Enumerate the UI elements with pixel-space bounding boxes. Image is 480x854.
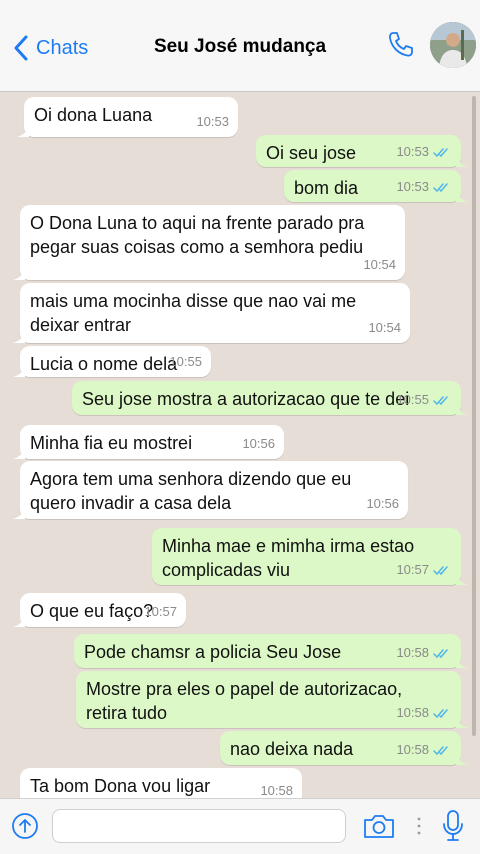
chevron-left-icon [14, 35, 28, 61]
message-meta: 10:53 [196, 110, 229, 134]
message-time: 10:55 [169, 354, 202, 369]
attach-plus-icon[interactable] [10, 811, 40, 841]
message-list[interactable]: Oi dona Luana 10:53 Oi seu jose 10:53 bom di… [0, 92, 480, 798]
bubble-tail [13, 505, 25, 519]
outgoing-message[interactable]: Pode chamsr a policia Seu Jose 10:58 [74, 634, 468, 668]
bubble-tail [456, 188, 468, 202]
bubble-tail [456, 153, 468, 167]
double-check-icon [433, 745, 448, 755]
incoming-message[interactable]: Oi dona Luana 10:53 [17, 97, 238, 137]
message-time: 10:53 [396, 179, 429, 194]
separator-dots [417, 817, 421, 835]
outgoing-message[interactable]: Seu jose mostra a autorizacao que te dei… [72, 381, 468, 415]
chat-header: Chats Seu José mudança [0, 0, 480, 92]
outgoing-message[interactable]: Minha mae e mimha irma estao complicadas… [152, 528, 468, 585]
message-time: 10:53 [196, 114, 229, 129]
message-meta: 10:58 [396, 701, 452, 725]
message-time: 10:55 [396, 392, 429, 407]
message-time: 10:57 [144, 604, 177, 619]
message-text: Agora tem uma senhora dizendo que eu que… [30, 469, 352, 513]
bubble-tail [13, 613, 25, 627]
microphone-icon[interactable] [440, 809, 466, 843]
outgoing-message[interactable]: nao deixa nada 10:58 [220, 731, 468, 765]
double-check-icon [433, 565, 448, 575]
message-meta: 10:58 [260, 779, 293, 798]
message-time: 10:58 [396, 645, 429, 660]
bubble-tail [13, 363, 25, 377]
message-text: Minha fia eu mostrei [30, 433, 193, 453]
incoming-message[interactable]: O que eu faço? 10:57 [13, 593, 186, 627]
double-check-icon [433, 395, 448, 405]
message-time: 10:53 [396, 144, 429, 159]
message-time: 10:56 [242, 436, 275, 451]
message-text: O Dona Luna to aqui na frente parado pra… [30, 213, 365, 257]
incoming-message[interactable]: mais uma mocinha disse que nao vai me de… [13, 283, 410, 343]
message-meta: 10:55 [169, 350, 202, 374]
message-meta: 10:58 [396, 641, 452, 665]
message-meta: 10:57 [144, 600, 177, 624]
message-meta: 10:56 [242, 432, 275, 456]
message-meta: 10:57 [396, 558, 452, 582]
bubble-tail [456, 751, 468, 765]
message-meta: 10:53 [396, 140, 452, 164]
contact-avatar[interactable] [430, 22, 476, 68]
bubble-tail [13, 329, 25, 343]
message-time: 10:57 [396, 562, 429, 577]
back-button[interactable]: Chats [12, 30, 88, 66]
bubble-tail [17, 123, 29, 137]
input-bar [0, 798, 480, 854]
message-meta: 10:58 [396, 738, 452, 762]
message-meta: 10:54 [363, 253, 396, 277]
double-check-icon [433, 147, 448, 157]
bubble-tail [456, 571, 468, 585]
message-time: 10:58 [396, 742, 429, 757]
message-time: 10:54 [363, 257, 396, 272]
message-text: Ta bom Dona vou ligar [30, 776, 211, 796]
incoming-message[interactable]: Ta bom Dona vou ligar 10:58 [20, 768, 302, 798]
message-time: 10:58 [260, 783, 293, 798]
message-text: mais uma mocinha disse que nao vai me de… [30, 291, 357, 335]
bubble-tail [456, 654, 468, 668]
phone-icon[interactable] [386, 30, 416, 60]
message-time: 10:58 [396, 705, 429, 720]
bubble-tail [13, 445, 25, 459]
message-time: 10:54 [368, 320, 401, 335]
outgoing-message[interactable]: Mostre pra eles o papel de autorizacao, … [76, 671, 468, 728]
incoming-message[interactable]: Agora tem uma senhora dizendo que eu que… [13, 461, 408, 519]
incoming-message[interactable]: O Dona Luna to aqui na frente parado pra… [13, 205, 405, 280]
message-meta: 10:53 [396, 175, 452, 199]
incoming-message[interactable]: Lucia o nome dela 10:55 [13, 346, 211, 377]
incoming-message[interactable]: Minha fia eu mostrei 10:56 [13, 425, 284, 459]
double-check-icon [433, 648, 448, 658]
avatar-photo [430, 22, 476, 68]
message-meta: 10:55 [396, 388, 452, 412]
message-meta: 10:54 [368, 316, 401, 340]
back-label: Chats [36, 36, 89, 59]
camera-icon[interactable] [362, 811, 396, 841]
message-meta: 10:56 [366, 492, 399, 516]
bubble-tail [456, 714, 468, 728]
message-time: 10:56 [366, 496, 399, 511]
double-check-icon [433, 182, 448, 192]
scrollbar[interactable] [472, 96, 476, 736]
double-check-icon [433, 708, 448, 718]
bubble-tail [456, 401, 468, 415]
bubble-tail [13, 266, 25, 280]
message-input[interactable] [52, 809, 346, 843]
outgoing-message[interactable]: bom dia 10:53 [284, 170, 468, 202]
outgoing-message[interactable]: Oi seu jose 10:53 [256, 135, 468, 167]
